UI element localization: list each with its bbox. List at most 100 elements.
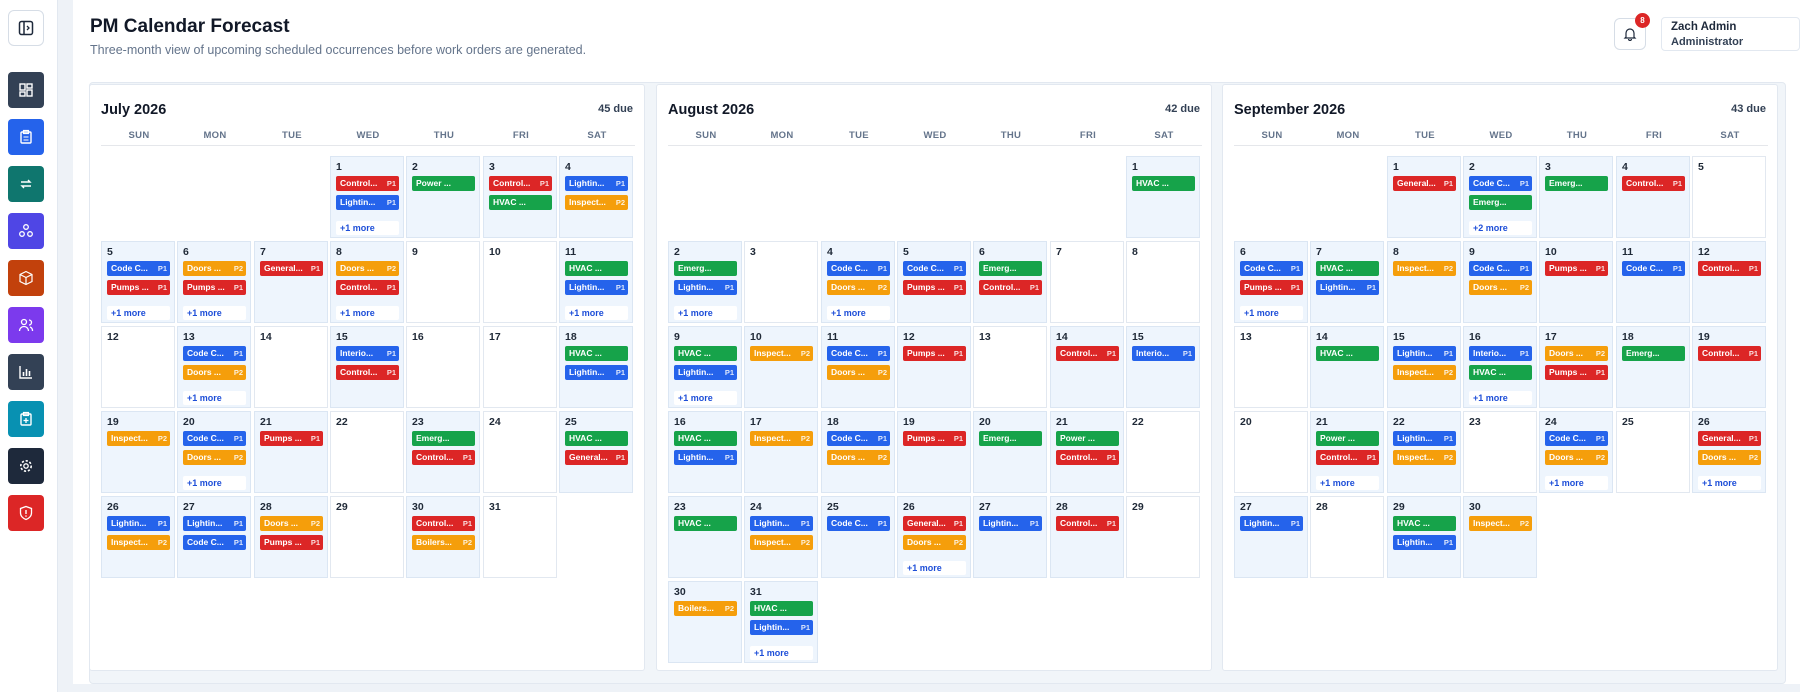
pm-event-chip[interactable]: Code C... P1 xyxy=(107,261,170,276)
pm-event-chip[interactable]: Inspect... P2 xyxy=(565,195,628,210)
calendar-day[interactable]: 23 HVAC ... xyxy=(668,496,742,578)
sidebar-item-dashboard[interactable] xyxy=(8,72,44,108)
pm-event-chip[interactable]: Control... P1 xyxy=(412,450,475,465)
pm-event-chip[interactable]: Code C... P1 xyxy=(183,535,246,550)
pm-event-chip[interactable]: Lightin... P1 xyxy=(750,620,813,635)
calendar-day[interactable]: 30 Boilers... P2 xyxy=(668,581,742,663)
calendar-day[interactable]: 14 Control... P1 xyxy=(1050,326,1124,408)
pm-event-chip[interactable]: Inspect... P2 xyxy=(750,535,813,550)
pm-event-chip[interactable]: Emerg... xyxy=(1469,195,1532,210)
calendar-day[interactable]: 20 Code C... P1 Doors ... P2 +1 more xyxy=(177,411,251,493)
pm-event-chip[interactable]: Control... P1 xyxy=(1056,516,1119,531)
calendar-day[interactable]: 26 General... P1 Doors ... P2 +1 more xyxy=(897,496,971,578)
pm-event-chip[interactable]: Inspect... P2 xyxy=(1393,365,1456,380)
calendar-day[interactable]: 30 Control... P1 Boilers... P2 xyxy=(406,496,480,578)
calendar-day[interactable]: 27 Lightin... P1 xyxy=(973,496,1047,578)
pm-event-chip[interactable]: Control... P1 xyxy=(1698,346,1761,361)
pm-event-chip[interactable]: Code C... P1 xyxy=(1240,261,1303,276)
pm-event-chip[interactable]: Lightin... P1 xyxy=(1393,431,1456,446)
pm-event-chip[interactable]: Pumps ... P1 xyxy=(1545,365,1608,380)
calendar-day[interactable]: 4 Control... P1 xyxy=(1616,156,1690,238)
pm-event-chip[interactable]: HVAC ... xyxy=(1469,365,1532,380)
calendar-day[interactable]: 28 Doors ... P2 Pumps ... P1 xyxy=(254,496,328,578)
pm-event-chip[interactable]: Lightin... P1 xyxy=(1240,516,1303,531)
calendar-day[interactable]: 16 xyxy=(406,326,480,408)
calendar-day[interactable]: 21 Pumps ... P1 xyxy=(254,411,328,493)
pm-event-chip[interactable]: General... P1 xyxy=(1393,176,1456,191)
pm-event-chip[interactable]: Doors ... P2 xyxy=(1545,346,1608,361)
sidebar-item-reports[interactable] xyxy=(8,354,44,390)
calendar-day[interactable]: 26 Lightin... P1 Inspect... P2 xyxy=(101,496,175,578)
pm-event-chip[interactable]: Code C... P1 xyxy=(827,261,890,276)
sidebar-item-safety[interactable] xyxy=(8,495,44,531)
calendar-day[interactable]: 9 HVAC ... Lightin... P1 +1 more xyxy=(668,326,742,408)
more-events-link[interactable]: +1 more xyxy=(183,391,246,405)
calendar-day[interactable]: 20 Emerg... xyxy=(973,411,1047,493)
calendar-day[interactable]: 27 Lightin... P1 xyxy=(1234,496,1308,578)
calendar-day[interactable]: 22 Lightin... P1 Inspect... P2 xyxy=(1387,411,1461,493)
calendar-day[interactable]: 20 xyxy=(1234,411,1308,493)
calendar-day[interactable]: 17 Inspect... P2 xyxy=(744,411,818,493)
pm-event-chip[interactable]: HVAC ... xyxy=(1316,346,1379,361)
pm-event-chip[interactable]: Doors ... P2 xyxy=(827,280,890,295)
pm-event-chip[interactable]: Code C... P1 xyxy=(1469,261,1532,276)
pm-event-chip[interactable]: Inspect... P2 xyxy=(107,431,170,446)
pm-event-chip[interactable]: Code C... P1 xyxy=(827,431,890,446)
calendar-day[interactable]: 14 xyxy=(254,326,328,408)
pm-event-chip[interactable]: General... P1 xyxy=(1698,431,1761,446)
pm-event-chip[interactable]: Pumps ... P1 xyxy=(260,535,323,550)
sidebar-item-requests[interactable] xyxy=(8,401,44,437)
sidebar-item-settings[interactable] xyxy=(8,448,44,484)
more-events-link[interactable]: +1 more xyxy=(183,476,246,490)
pm-event-chip[interactable]: Doors ... P2 xyxy=(183,450,246,465)
calendar-day[interactable]: 3 Control... P1 HVAC ... xyxy=(483,156,557,238)
pm-event-chip[interactable]: General... P1 xyxy=(260,261,323,276)
calendar-day[interactable]: 17 xyxy=(483,326,557,408)
calendar-day[interactable]: 3 Emerg... xyxy=(1539,156,1613,238)
more-events-link[interactable]: +1 more xyxy=(674,306,737,320)
pm-event-chip[interactable]: Doors ... P2 xyxy=(903,535,966,550)
calendar-day[interactable]: 1 HVAC ... xyxy=(1126,156,1200,238)
pm-event-chip[interactable]: Power ... xyxy=(1316,431,1379,446)
pm-event-chip[interactable]: HVAC ... xyxy=(674,346,737,361)
calendar-day[interactable]: 4 Code C... P1 Doors ... P2 +1 more xyxy=(821,241,895,323)
pm-event-chip[interactable]: Inspect... P2 xyxy=(1393,261,1456,276)
calendar-day[interactable]: 21 Power ... Control... P1 xyxy=(1050,411,1124,493)
more-events-link[interactable]: +1 more xyxy=(183,306,246,320)
sidebar-item-pm-schedules[interactable] xyxy=(8,166,44,202)
calendar-day[interactable]: 5 xyxy=(1692,156,1766,238)
calendar-day[interactable]: 14 HVAC ... xyxy=(1310,326,1384,408)
calendar-day[interactable]: 13 Code C... P1 Doors ... P2 +1 more xyxy=(177,326,251,408)
calendar-day[interactable]: 1 Control... P1 Lightin... P1 +1 more xyxy=(330,156,404,238)
sidebar-toggle-button[interactable] xyxy=(8,10,44,46)
pm-event-chip[interactable]: Doors ... P2 xyxy=(336,261,399,276)
pm-event-chip[interactable]: Doors ... P2 xyxy=(827,365,890,380)
pm-event-chip[interactable]: Power ... xyxy=(412,176,475,191)
pm-event-chip[interactable]: Code C... P1 xyxy=(827,346,890,361)
pm-event-chip[interactable]: Emerg... xyxy=(412,431,475,446)
user-menu[interactable]: Zach Admin Administrator xyxy=(1661,17,1800,51)
calendar-day[interactable]: 8 Doors ... P2 Control... P1 +1 more xyxy=(330,241,404,323)
pm-event-chip[interactable]: Code C... P1 xyxy=(1545,431,1608,446)
calendar-day[interactable]: 12 Pumps ... P1 xyxy=(897,326,971,408)
pm-event-chip[interactable]: Code C... P1 xyxy=(183,431,246,446)
pm-event-chip[interactable]: Pumps ... P1 xyxy=(1545,261,1608,276)
calendar-day[interactable]: 5 Code C... P1 Pumps ... P1 xyxy=(897,241,971,323)
calendar-day[interactable]: 18 Emerg... xyxy=(1616,326,1690,408)
calendar-day[interactable]: 6 Doors ... P2 Pumps ... P1 +1 more xyxy=(177,241,251,323)
pm-event-chip[interactable]: Lightin... P1 xyxy=(674,280,737,295)
pm-event-chip[interactable]: Doors ... P2 xyxy=(183,365,246,380)
pm-event-chip[interactable]: Doors ... P2 xyxy=(1698,450,1761,465)
pm-event-chip[interactable]: Doors ... P2 xyxy=(260,516,323,531)
calendar-day[interactable]: 7 General... P1 xyxy=(254,241,328,323)
pm-event-chip[interactable]: Emerg... xyxy=(674,261,737,276)
pm-event-chip[interactable]: Control... P1 xyxy=(979,280,1042,295)
pm-event-chip[interactable]: Control... P1 xyxy=(1316,450,1379,465)
pm-event-chip[interactable]: Emerg... xyxy=(1545,176,1608,191)
calendar-day[interactable]: 10 xyxy=(483,241,557,323)
calendar-day[interactable]: 23 Emerg... Control... P1 xyxy=(406,411,480,493)
pm-event-chip[interactable]: HVAC ... xyxy=(489,195,552,210)
pm-event-chip[interactable]: General... P1 xyxy=(903,516,966,531)
calendar-day[interactable]: 23 xyxy=(1463,411,1537,493)
pm-event-chip[interactable]: Code C... P1 xyxy=(827,516,890,531)
